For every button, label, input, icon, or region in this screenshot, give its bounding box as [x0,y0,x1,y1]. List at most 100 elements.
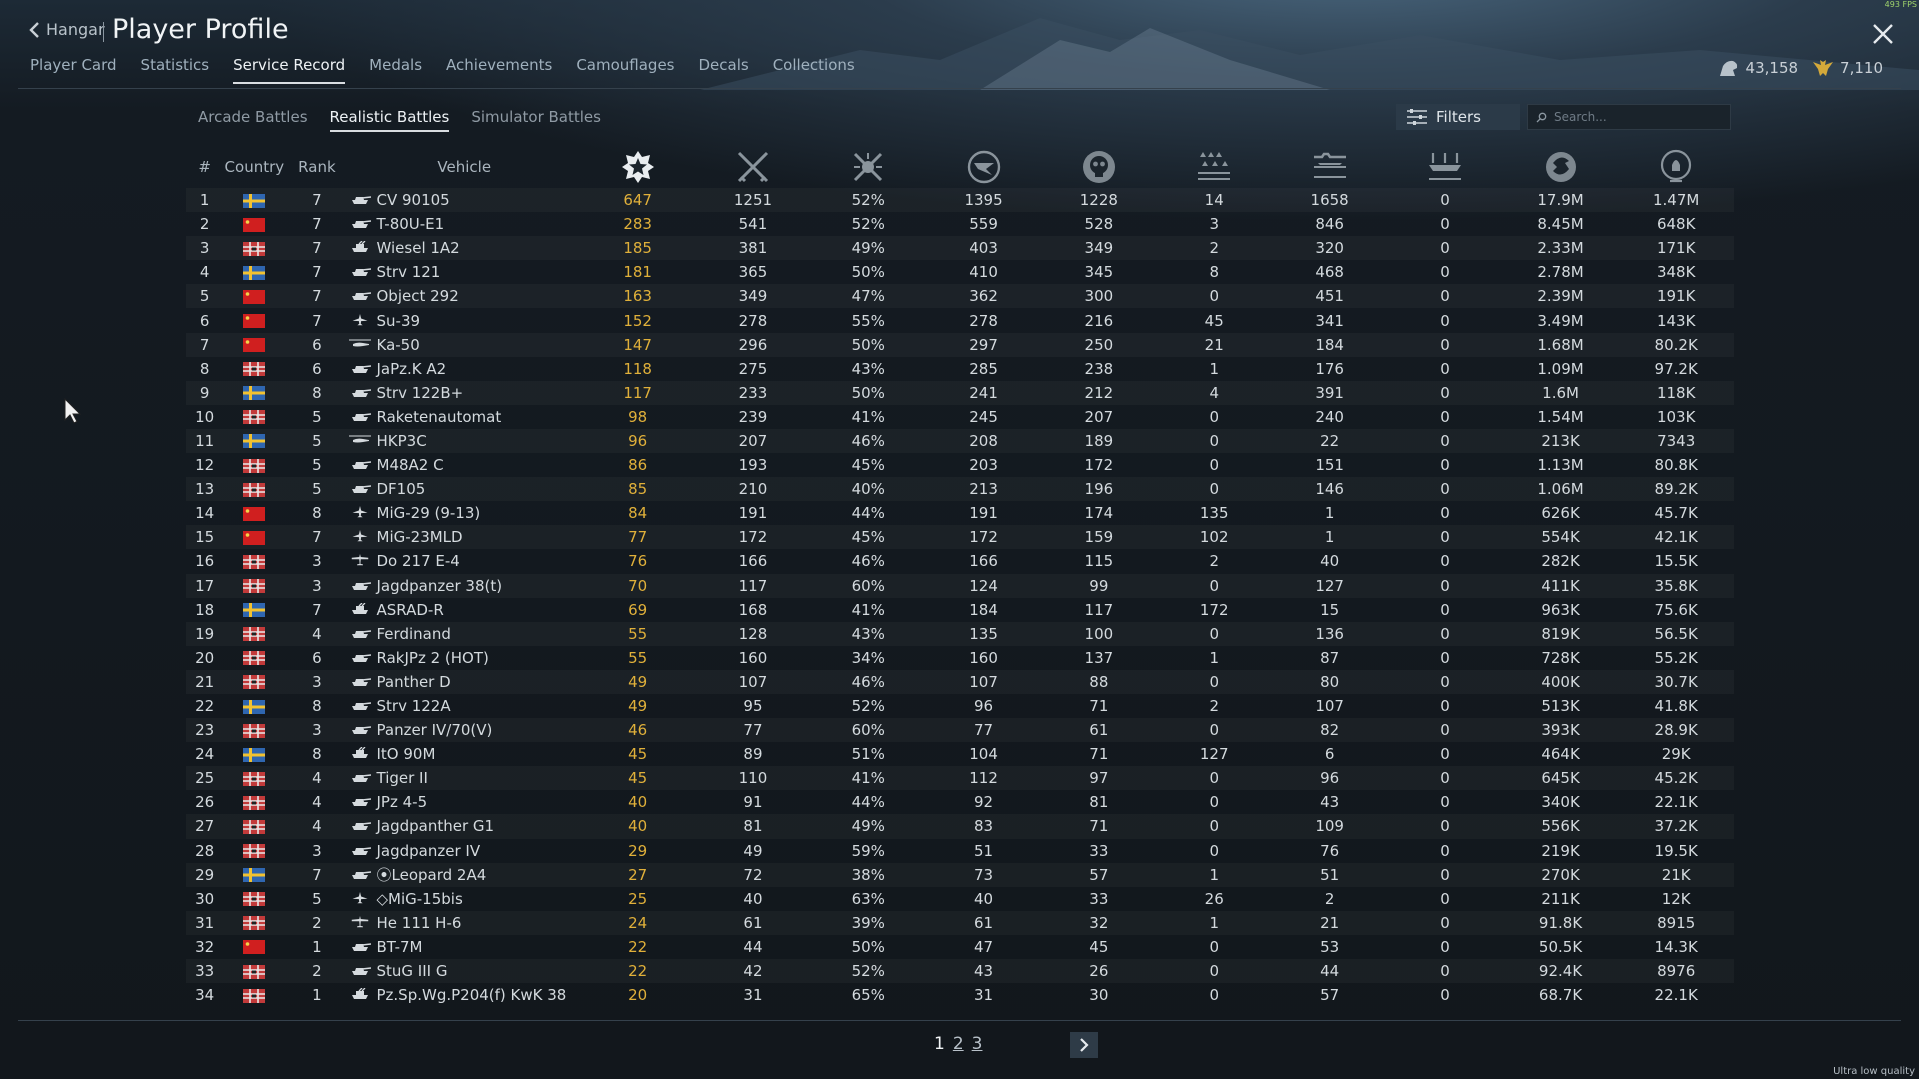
col-respawns-header[interactable] [926,146,1041,188]
cell-vehicle[interactable]: JaPz.K A2 [349,357,581,381]
col-country-header[interactable]: Country [223,146,285,188]
table-row[interactable]: 18 7 ASRAD-R 69 168 41% 184 117 172 15 0 963K 75.6K [186,598,1734,622]
tab-collections[interactable]: Collections [773,56,855,84]
tab-camouflages[interactable]: Camouflages [576,56,674,84]
table-row[interactable]: 21 3 Panther D 49 107 46% 107 88 0 80 0 400K 30.7K [186,670,1734,694]
col-activity-header[interactable] [1503,146,1619,188]
cell-vehicle[interactable]: Raketenautomat [349,405,581,429]
table-row[interactable]: 22 8 Strv 122A 49 95 52% 96 71 2 107 0 513K 41.8K [186,694,1734,718]
table-row[interactable]: 23 3 Panzer IV/70(V) 46 77 60% 77 61 0 82 0 393K 28.… [186,718,1734,742]
cell-vehicle[interactable]: Strv 122B+ [349,381,581,405]
tab-statistics[interactable]: Statistics [141,56,210,84]
col-rank-header[interactable]: Rank [285,146,348,188]
table-row[interactable]: 16 3 Do 217 E-4 76 166 46% 166 115 2 40 0 282K 15.5K [186,549,1734,573]
search-input[interactable] [1552,109,1726,125]
close-button[interactable] [1871,22,1895,46]
table-row[interactable]: 7 6 Ka-50 147 296 50% 297 250 21 184 0 1.68M 80.2K [186,333,1734,357]
table-row[interactable]: 32 1 BT-7M 22 44 50% 47 45 0 53 0 50.5K 14.3K [186,935,1734,959]
cell-vehicle[interactable]: BT-7M [349,935,581,959]
cell-vehicle[interactable]: Ferdinand [349,622,581,646]
tab-achievements[interactable]: Achievements [446,56,552,84]
col-deaths-header[interactable] [1041,146,1156,188]
table-row[interactable]: 5 7 Object 292 163 349 47% 362 300 0 451 0 2.39M 191… [186,284,1734,308]
table-row[interactable]: 15 7 MiG-23MLD 77 172 45% 172 159 102 1 0 554K 42.1K [186,525,1734,549]
table-row[interactable]: 27 4 Jagdpanther G1 40 81 49% 83 71 0 109 0 556K 37.… [186,814,1734,838]
cell-vehicle[interactable]: Pz.Sp.Wg.P204(f) KwK 38 [349,983,581,1007]
cell-vehicle[interactable]: RakJPz 2 (HOT) [349,646,581,670]
table-row[interactable]: 34 1 Pz.Sp.Wg.P204(f) KwK 38 20 31 65% 31 30 0 57… [186,983,1734,1007]
cell-vehicle[interactable]: StuG III G [349,959,581,983]
cell-vehicle[interactable]: MiG-23MLD [349,525,581,549]
table-row[interactable]: 3 7 Wiesel 1A2 185 381 49% 403 349 2 320 0 2.33M 171… [186,236,1734,260]
cell-vehicle[interactable]: Jagdpanzer IV [349,839,581,863]
back-to-hangar-button[interactable]: Hangar [28,20,105,39]
cell-vehicle[interactable]: CV 90105 [349,188,581,212]
tab-realistic-battles[interactable]: Realistic Battles [329,108,450,132]
table-row[interactable]: 8 6 JaPz.K A2 118 275 43% 285 238 1 176 0 1.09M 97.2… [186,357,1734,381]
cell-vehicle[interactable]: Strv 122A [349,694,581,718]
table-row[interactable]: 30 5 ◇MiG-15bis 25 40 63% 40 33 26 2 0 211K 12K [186,887,1734,911]
cell-vehicle[interactable]: M48A2 C [349,453,581,477]
table-row[interactable]: 19 4 Ferdinand 55 128 43% 135 100 0 136 0 819K 56.5K [186,622,1734,646]
col-research-header[interactable] [1618,146,1734,188]
table-row[interactable]: 31 2 He 111 H-6 24 61 39% 61 32 1 21 0 91.8K 8915 [186,911,1734,935]
cell-vehicle[interactable]: JPz 4-5 [349,790,581,814]
table-row[interactable]: 10 5 Raketenautomat 98 239 41% 245 207 0 240 0 1.54… [186,405,1734,429]
cell-vehicle[interactable]: Panzer IV/70(V) [349,718,581,742]
cell-vehicle[interactable]: ⦿Leopard 2A4 [349,863,581,887]
page-3-link[interactable]: 3 [972,1034,983,1054]
filters-button[interactable]: Filters [1396,104,1520,130]
table-row[interactable]: 14 8 MiG-29 (9-13) 84 191 44% 191 174 135 1 0 626K 4… [186,501,1734,525]
cell-vehicle[interactable]: Su-39 [349,308,581,332]
table-row[interactable]: 20 6 RakJPz 2 (HOT) 55 160 34% 160 137 1 87 0 728K 5… [186,646,1734,670]
col-air-kills-header[interactable] [1157,146,1272,188]
cell-vehicle[interactable]: Ka-50 [348,333,581,357]
cell-vehicle[interactable]: Jagdpanzer 38(t) [349,574,581,598]
cell-vehicle[interactable]: He 111 H-6 [349,911,581,935]
tab-service-record[interactable]: Service Record [233,56,346,84]
tab-arcade-battles[interactable]: Arcade Battles [198,108,308,132]
cell-vehicle[interactable]: Strv 121 [349,260,581,284]
col-victories-header[interactable] [580,146,695,188]
cell-vehicle[interactable]: Do 217 E-4 [349,549,581,573]
cell-vehicle[interactable]: ASRAD-R [349,598,581,622]
cell-vehicle[interactable]: Object 292 [349,284,581,308]
col-number-header[interactable]: # [186,146,223,188]
page-1-link[interactable]: 1 [934,1034,945,1054]
table-row[interactable]: 11 5 HKP3C 96 207 46% 208 189 0 22 0 213K 7343 [186,429,1734,453]
table-row[interactable]: 13 5 DF105 85 210 40% 213 196 0 146 0 1.06M 89.2K [186,477,1734,501]
col-vehicle-header[interactable]: Vehicle [349,146,581,188]
page-2-link[interactable]: 2 [953,1034,964,1054]
table-row[interactable]: 26 4 JPz 4-5 40 91 44% 92 81 0 43 0 340K 22.1K [186,790,1734,814]
table-row[interactable]: 2 7 T-80U-E1 283 541 52% 559 528 3 846 0 8.45M 648K [186,212,1734,236]
table-row[interactable]: 12 5 M48A2 C 86 193 45% 203 172 0 151 0 1.13M 80.8K [186,453,1734,477]
table-row[interactable]: 9 8 Strv 122B+ 117 233 50% 241 212 4 391 0 1.6M 118K [186,381,1734,405]
table-row[interactable]: 25 4 Tiger II 45 110 41% 112 97 0 96 0 645K 45.2K [186,766,1734,790]
col-battles-header[interactable] [695,146,810,188]
tab-simulator-battles[interactable]: Simulator Battles [471,108,601,132]
table-row[interactable]: 29 7 ⦿Leopard 2A4 27 72 38% 73 57 1 51 0 270K 21K [186,863,1734,887]
col-ground-kills-header[interactable] [1272,146,1387,188]
col-win-rate-header[interactable] [811,146,926,188]
tab-player-card[interactable]: Player Card [30,56,117,84]
tab-decals[interactable]: Decals [699,56,749,84]
table-row[interactable]: 17 3 Jagdpanzer 38(t) 70 117 60% 124 99 0 127 0 411… [186,574,1734,598]
cell-vehicle[interactable]: ◇MiG-15bis [349,887,581,911]
table-row[interactable]: 1 7 CV 90105 647 1251 52% 1395 1228 14 1658 0 17.9M… [186,188,1734,212]
cell-vehicle[interactable]: HKP3C [348,429,581,453]
cell-vehicle[interactable]: MiG-29 (9-13) [349,501,581,525]
cell-vehicle[interactable]: Tiger II [349,766,581,790]
table-row[interactable]: 28 3 Jagdpanzer IV 29 49 59% 51 33 0 76 0 219K 19.5K [186,839,1734,863]
cell-vehicle[interactable]: Jagdpanther G1 [349,814,581,838]
col-naval-kills-header[interactable] [1387,146,1502,188]
cell-vehicle[interactable]: Panther D [349,670,581,694]
tab-medals[interactable]: Medals [369,56,422,84]
table-row[interactable]: 6 7 Su-39 152 278 55% 278 216 45 341 0 3.49M 143K [186,308,1734,332]
table-row[interactable]: 24 8 ItO 90M 45 89 51% 104 71 127 6 0 464K 29K [186,742,1734,766]
cell-vehicle[interactable]: DF105 [349,477,581,501]
next-page-button[interactable] [1070,1032,1098,1058]
table-row[interactable]: 33 2 StuG III G 22 42 52% 43 26 0 44 0 92.4K 8976 [186,959,1734,983]
table-row[interactable]: 4 7 Strv 121 181 365 50% 410 345 8 468 0 2.78M 348K [186,260,1734,284]
cell-vehicle[interactable]: ItO 90M [349,742,581,766]
cell-vehicle[interactable]: T-80U-E1 [349,212,581,236]
